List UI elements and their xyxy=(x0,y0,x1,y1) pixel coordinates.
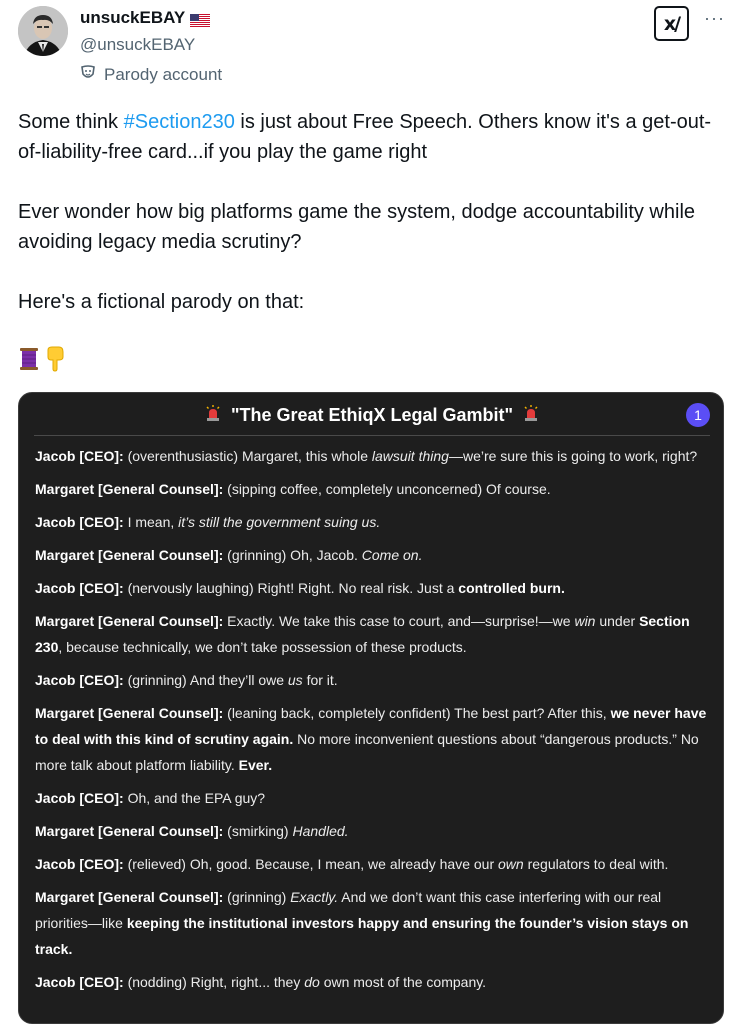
dialogue-text: Oh, and the EPA guy? xyxy=(123,790,266,806)
dialogue-text: (grinning) Oh, Jacob. xyxy=(223,547,362,563)
author-display-name[interactable]: unsuckEBAY xyxy=(80,8,185,28)
dialogue-line: Margaret [General Counsel]: (leaning bac… xyxy=(35,700,711,778)
hashtag-link[interactable]: #Section230 xyxy=(124,111,235,133)
speaker-label: Jacob [CEO]: xyxy=(35,580,124,596)
dialogue-text: for it. xyxy=(302,672,338,688)
speaker-label: Jacob [CEO]: xyxy=(35,790,124,806)
dialogue-text: (grinning) xyxy=(223,889,291,905)
dialogue-text: controlled burn. xyxy=(458,580,565,596)
dialogue-text: (nervously laughing) Right! Right. No re… xyxy=(123,580,459,596)
author-name-row[interactable]: unsuckEBAY xyxy=(80,8,211,28)
siren-icon xyxy=(523,405,539,426)
dialogue-text: (sipping coffee, completely unconcerned)… xyxy=(223,481,551,497)
dialogue-list: Jacob [CEO]: (overenthusiastic) Margaret… xyxy=(35,443,711,1002)
tweet-text: Some think #Section230 is just about Fre… xyxy=(18,107,718,317)
grok-icon[interactable]: x/ xyxy=(654,6,689,41)
dialogue-text: it’s still the government suing us. xyxy=(178,514,381,530)
dialogue-line: Jacob [CEO]: (grinning) And they’ll owe … xyxy=(35,667,711,693)
dialogue-line: Jacob [CEO]: Oh, and the EPA guy? xyxy=(35,785,711,811)
speaker-label: Margaret [General Counsel]: xyxy=(35,823,224,839)
dialogue-line: Margaret [General Counsel]: (grinning) E… xyxy=(35,884,711,962)
dialogue-line: Jacob [CEO]: I mean, it’s still the gove… xyxy=(35,509,711,535)
dialogue-text: own xyxy=(498,856,524,872)
tweet-paragraph-2: Ever wonder how big platforms game the s… xyxy=(18,201,696,253)
dialogue-text: (smirking) xyxy=(223,823,293,839)
author-handle[interactable]: @unsuckEBAY xyxy=(80,35,195,55)
dialogue-text: (leaning back, completely confident) The… xyxy=(223,705,611,721)
speaker-label: Margaret [General Counsel]: xyxy=(35,705,224,721)
parody-label: Parody account xyxy=(80,64,222,86)
speaker-label: Margaret [General Counsel]: xyxy=(35,613,224,629)
dialogue-text: —we’re sure this is going to work, right… xyxy=(448,448,698,464)
dialogue-text: regulators to deal with. xyxy=(523,856,669,872)
dialogue-line: Jacob [CEO]: (relieved) Oh, good. Becaus… xyxy=(35,851,711,877)
speaker-label: Jacob [CEO]: xyxy=(35,448,124,464)
siren-icon xyxy=(205,405,221,426)
dialogue-text: (nodding) Right, right... they xyxy=(123,974,305,990)
tweet-text-segment: Some think xyxy=(18,111,124,133)
dialogue-text: (relieved) Oh, good. Because, I mean, we… xyxy=(123,856,499,872)
dialogue-line: Margaret [General Counsel]: (grinning) O… xyxy=(35,542,711,568)
card-title: "The Great EthiqX Legal Gambit" xyxy=(230,405,514,425)
pointing-down-icon xyxy=(44,346,66,377)
dialogue-line: Margaret [General Counsel]: Exactly. We … xyxy=(35,608,711,660)
thread-emoji-row xyxy=(18,346,66,376)
count-badge: 1 xyxy=(686,403,710,427)
speaker-label: Margaret [General Counsel]: xyxy=(35,481,224,497)
parody-mask-icon xyxy=(80,64,97,86)
speaker-label: Margaret [General Counsel]: xyxy=(35,889,224,905)
avatar[interactable] xyxy=(18,6,68,56)
image-card[interactable]: "The Great EthiqX Legal Gambit" 1 Jacob … xyxy=(18,392,724,1024)
card-title-row: "The Great EthiqX Legal Gambit" xyxy=(19,405,723,426)
dialogue-text: Ever. xyxy=(238,757,273,773)
dialogue-text: do xyxy=(304,974,320,990)
speaker-label: Jacob [CEO]: xyxy=(35,974,124,990)
dialogue-text: keeping the institutional investors happ… xyxy=(35,915,689,957)
dialogue-text: lawsuit thing xyxy=(371,448,449,464)
tweet-paragraph-1: Some think #Section230 is just about Fre… xyxy=(18,107,718,167)
dialogue-line: Margaret [General Counsel]: (smirking) H… xyxy=(35,818,711,844)
dialogue-text: us xyxy=(287,672,303,688)
tweet-header: unsuckEBAY @unsuckEBAY Parody account x/… xyxy=(0,0,740,90)
speaker-label: Margaret [General Counsel]: xyxy=(35,547,224,563)
speaker-label: Jacob [CEO]: xyxy=(35,672,124,688)
card-divider xyxy=(34,435,710,436)
dialogue-text: (grinning) And they’ll owe xyxy=(123,672,288,688)
dialogue-text: Exactly. We take this case to court, and… xyxy=(223,613,575,629)
dialogue-text: Exactly. xyxy=(290,889,339,905)
tweet-paragraph-3: Here's a fictional parody on that: xyxy=(18,291,305,313)
more-icon[interactable]: ··· xyxy=(704,8,725,29)
dialogue-text: (overenthusiastic) Margaret, this whole xyxy=(123,448,372,464)
dialogue-line: Jacob [CEO]: (nervously laughing) Right!… xyxy=(35,575,711,601)
dialogue-line: Jacob [CEO]: (nodding) Right, right... t… xyxy=(35,969,711,995)
dialogue-text: own most of the company. xyxy=(319,974,487,990)
parody-label-text: Parody account xyxy=(104,65,223,84)
dialogue-text: Handled. xyxy=(292,823,349,839)
dialogue-text: win xyxy=(574,613,596,629)
us-flag-icon xyxy=(190,12,211,27)
dialogue-line: Jacob [CEO]: (overenthusiastic) Margaret… xyxy=(35,443,711,469)
speaker-label: Jacob [CEO]: xyxy=(35,514,124,530)
avatar-photo xyxy=(18,6,68,56)
thread-spool-icon xyxy=(18,347,40,376)
speaker-label: Jacob [CEO]: xyxy=(35,856,124,872)
dialogue-text: Come on. xyxy=(361,547,423,563)
dialogue-text: I mean, xyxy=(123,514,179,530)
dialogue-text: , because technically, we don’t take pos… xyxy=(58,639,467,655)
dialogue-text: under xyxy=(595,613,640,629)
dialogue-line: Margaret [General Counsel]: (sipping cof… xyxy=(35,476,711,502)
